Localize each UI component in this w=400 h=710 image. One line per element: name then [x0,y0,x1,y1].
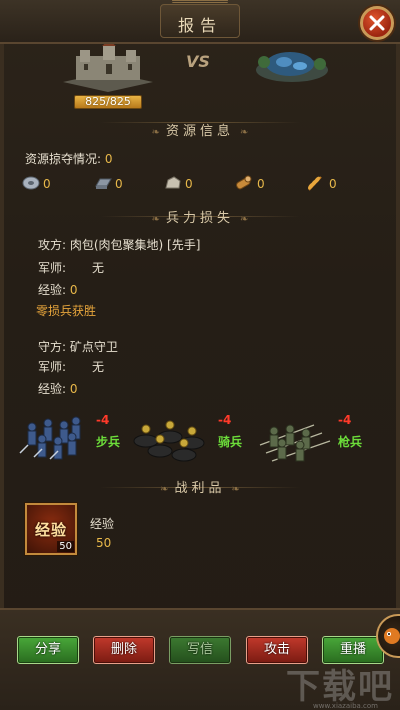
share-button[interactable]: 分享 [17,636,79,664]
cavalry-icon [133,420,205,462]
defender-advisor-value: 无 [92,360,105,374]
resource-value: 0 [329,177,337,191]
attacker-advisor-value: 无 [92,261,105,275]
attacker-exp-value: 0 [69,283,78,297]
resource-value: 0 [43,177,51,191]
infantry-icon [19,416,81,460]
stone-icon [165,176,181,189]
ornament-icon: ❧ [231,484,240,495]
unit-spearmen: -4 枪兵 [256,405,376,467]
close-button[interactable] [360,6,394,40]
silver-coin-icon [22,176,40,190]
plunder-label: 资源掠夺情况: 0 [25,152,113,166]
reward-item-count: 50 [57,541,74,552]
spearmen-loss: -4 [338,413,352,427]
infantry-label: 步兵 [96,435,121,449]
grain-icon [308,176,322,191]
unit-cavalry: -4 骑兵 [126,405,252,467]
delete-button[interactable]: 删除 [93,636,155,664]
defender-exp-line: 经验: 0 [38,382,78,396]
watermark-url: www.xiazaiba.com [313,702,378,710]
defender-line: 守方: 矿点守卫 [38,340,118,354]
infantry-loss: -4 [96,413,110,427]
ornament-icon: ❧ [240,214,249,225]
reward-name: 经验 [90,517,115,531]
reward-item-label: 经验 [34,521,67,539]
defender-name: 矿点守卫 [69,340,118,354]
resource-value: 0 [257,177,265,191]
defender-exp-value: 0 [69,382,78,396]
attacker-advisor-label: 军师: [38,261,67,275]
ornament-icon: ❧ [151,127,160,138]
defender-advisor-label: 军师: [38,360,67,374]
battle-result: 零损兵获胜 [36,304,97,318]
plunder-value: 0 [104,152,113,166]
spoils-section-title: ❧ 战利品 ❧ [160,481,240,496]
cavalry-label: 骑兵 [218,435,243,449]
header-ornament [172,0,228,10]
page-title: 报告 [177,16,222,35]
attacker-exp-line: 经验: 0 [38,283,78,297]
losses-section-title: ❧ 兵力损失 ❧ [151,211,249,226]
mine-image [256,52,328,82]
reward-value: 50 [96,536,112,550]
mascot-icon [384,628,400,644]
reward-item-slot[interactable]: 经验 50 [25,503,77,555]
versus-label: VS [186,52,210,71]
unit-infantry: -4 步兵 [14,405,126,467]
spearmen-icon [259,424,331,462]
header-bar: 报告 [0,0,400,44]
ornament-icon: ❧ [240,127,249,138]
attacker-line: 攻方: 肉包(肉包聚集地) [先手] [38,238,201,252]
close-icon [369,15,385,31]
iron-ingot-icon [95,178,112,189]
resource-value: 0 [185,177,193,191]
wood-log-icon [236,175,252,190]
attacker-castle-image [63,44,153,92]
castle-hp-bar: 825/825 [74,95,142,109]
watermark: 下载吧 [286,667,394,707]
spearmen-label: 枪兵 [338,435,363,449]
report-panel [0,0,400,710]
write-letter-button[interactable]: 写信 [169,636,231,664]
resources-section-title: ❧ 资源信息 ❧ [151,124,249,139]
attacker-name: 肉包(肉包聚集地) [先手] [69,238,201,252]
cavalry-loss: -4 [218,413,232,427]
resource-value: 0 [115,177,123,191]
ornament-icon: ❧ [151,214,160,225]
ornament-icon: ❧ [160,484,169,495]
